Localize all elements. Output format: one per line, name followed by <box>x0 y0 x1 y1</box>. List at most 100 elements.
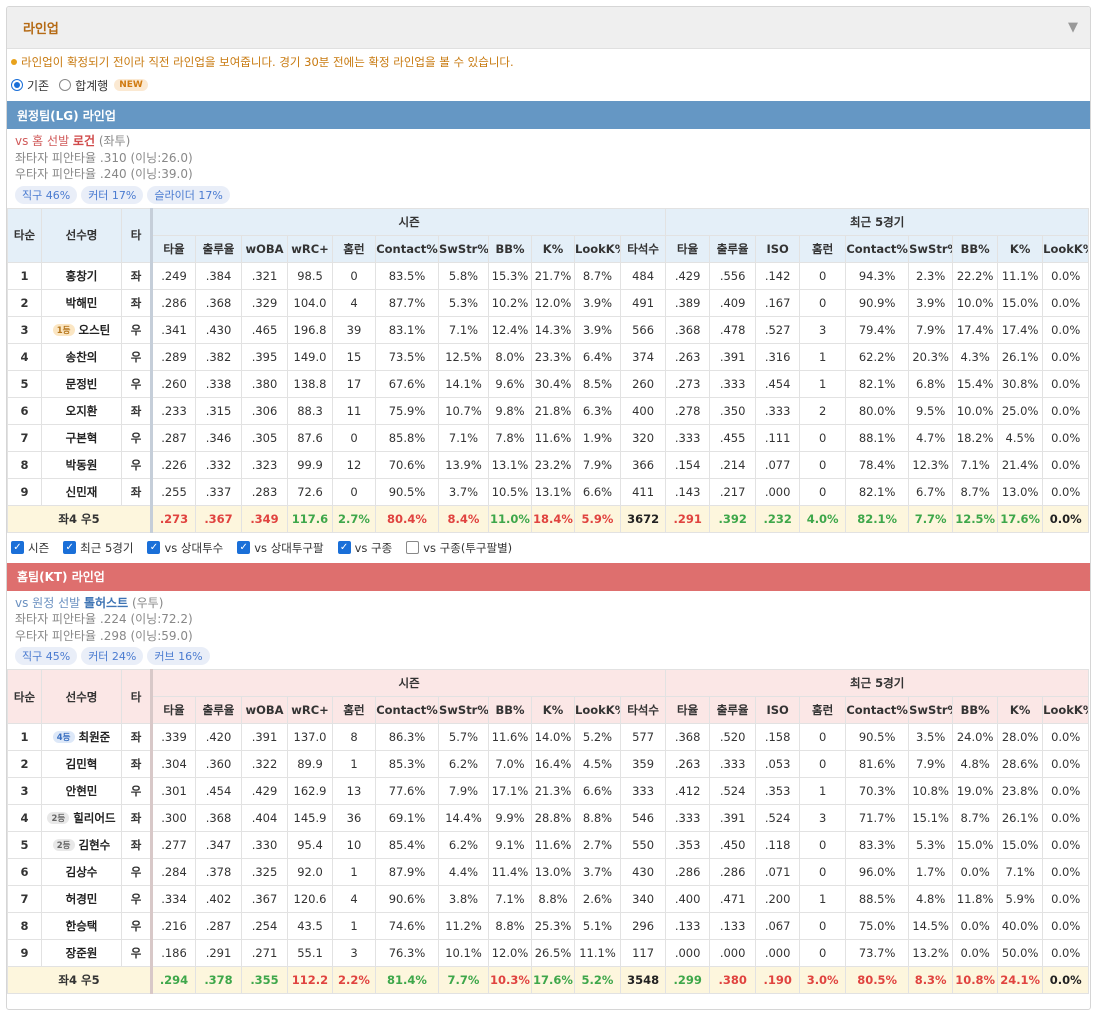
recent-stat-cell: 0 <box>799 912 847 940</box>
filter-checkbox[interactable]: ✓ 최근 5경기 <box>63 540 133 556</box>
checkbox-icon[interactable]: ✓ <box>11 541 24 554</box>
season-col-header[interactable]: 타율 <box>150 234 196 263</box>
player-name[interactable]: 한승택 <box>41 912 122 940</box>
season-col-header[interactable]: 홈런 <box>332 234 376 263</box>
table-row[interactable]: 1 4등 최원준 좌 .339.420.391 137.0 8 86.3% 5.7% 11.6% 1… <box>7 723 1090 751</box>
table-row[interactable]: 6 김상수 우 .284.378.325 92.0 1 87.9% 4.4% 11.4% 13.0… <box>7 858 1090 886</box>
season-col-header[interactable]: 홈런 <box>332 696 376 724</box>
recent-col-header[interactable]: 타율 <box>665 234 711 263</box>
recent-col-header[interactable]: 출루율 <box>709 696 757 724</box>
player-name[interactable]: 장준원 <box>41 939 122 967</box>
season-col-header[interactable]: LookK% <box>574 234 621 263</box>
recent-col-header[interactable]: SwStr% <box>908 696 954 724</box>
player-name[interactable]: 오지환 <box>41 396 122 425</box>
player-name[interactable]: 구본혁 <box>41 423 122 452</box>
home-sp-name[interactable]: 톨허스트 <box>84 596 128 610</box>
season-col-header[interactable]: 출루율 <box>195 234 242 263</box>
filter-checkbox[interactable]: ✓ vs 상대투수 <box>147 540 223 556</box>
recent-col-header[interactable]: ISO <box>755 234 801 263</box>
player-name[interactable]: 2등 김현수 <box>41 831 122 859</box>
table-row[interactable]: 4 송찬의 우 .289.382.395 149.0 15 73.5% 12.5% 8.0% 23… <box>7 342 1090 371</box>
recent-col-header[interactable]: K% <box>997 234 1044 263</box>
mode-default-radio[interactable]: 기존 <box>11 77 49 94</box>
player-name[interactable]: 박동원 <box>41 450 122 479</box>
player-name[interactable]: 송찬의 <box>41 342 122 371</box>
player-name[interactable]: 1등 오스틴 <box>41 315 122 344</box>
table-row[interactable]: 7 허경민 우 .334.402.367 120.6 4 90.6% 3.8% 7.1% 8.8%… <box>7 885 1090 913</box>
radio-icon[interactable] <box>11 79 23 91</box>
table-row[interactable]: 2 김민혁 좌 .304.360.322 89.9 1 85.3% 6.2% 7.0% 16.4%… <box>7 750 1090 778</box>
season-col-header[interactable]: SwStr% <box>438 696 489 724</box>
player-name[interactable]: 문정빈 <box>41 369 122 398</box>
mode-total-radio[interactable]: 합계행 NEW <box>59 77 148 94</box>
checkbox-icon[interactable]: ✓ <box>237 541 251 554</box>
recent-col-header[interactable]: 홈런 <box>799 696 847 724</box>
filter-checkbox[interactable]: vs 구종(투구팔별) <box>406 540 512 556</box>
season-col-header[interactable]: 출루율 <box>195 696 242 724</box>
recent-stat-cell: .350 <box>709 396 757 425</box>
filter-checkbox[interactable]: ✓ vs 상대투구팔 <box>237 540 324 556</box>
recent-col-header[interactable]: BB% <box>952 234 999 263</box>
player-name[interactable]: 김상수 <box>41 858 122 886</box>
recent-col-header[interactable]: ISO <box>755 696 801 724</box>
table-row[interactable]: 6 오지환 좌 .233.315.306 88.3 11 75.9% 10.7% 9.8% 21.… <box>7 396 1090 425</box>
table-row[interactable]: 9 장준원 우 .186.291.271 55.1 3 76.3% 10.1% 12.0% 26.… <box>7 939 1090 967</box>
player-name[interactable]: 홍창기 <box>41 261 122 290</box>
season-col-header[interactable]: wOBA <box>241 696 288 724</box>
table-row[interactable]: 8 박동원 우 .226.332.323 99.9 12 70.6% 13.9% 13.1% 23… <box>7 450 1090 479</box>
table-row[interactable]: 8 한승택 우 .216.287.254 43.5 1 74.6% 11.2% 8.8% 25.3… <box>7 912 1090 940</box>
table-row[interactable]: 1 홍창기 좌 .249.384.321 98.5 0 83.5% 5.8% 15.3% 21.7… <box>7 261 1090 290</box>
table-row[interactable]: 3 안현민 우 .301.454.429 162.9 13 77.6% 7.9% 17.1% 21… <box>7 777 1090 805</box>
table-row[interactable]: 9 신민재 좌 .255.337.283 72.6 0 90.5% 3.7% 10.5% 13.1… <box>7 477 1090 506</box>
filter-checkbox[interactable]: ✓ vs 구종 <box>337 540 392 556</box>
season-col-header[interactable]: LookK% <box>574 696 621 724</box>
season-col-header[interactable]: K% <box>531 234 575 263</box>
recent-col-header[interactable]: Contact% <box>845 696 910 724</box>
recent-col-header[interactable]: LookK% <box>1042 234 1090 263</box>
table-row[interactable]: 5 문정빈 우 .260.338.380 138.8 17 67.6% 14.1% 9.6% 30… <box>7 369 1090 398</box>
radio-icon[interactable] <box>59 79 72 91</box>
season-col-header[interactable]: Contact% <box>375 696 439 724</box>
recent-col-header[interactable]: K% <box>997 696 1044 724</box>
season-col-header[interactable]: SwStr% <box>438 234 489 263</box>
recent-stat-cell: 11.1% <box>997 261 1044 290</box>
panel-header[interactable]: 라인업 ▼ <box>7 7 1090 49</box>
table-row[interactable]: 5 2등 김현수 좌 .277.347.330 95.4 10 85.4% 6.2% 9.1% 11… <box>7 831 1090 859</box>
season-col-header[interactable]: BB% <box>488 696 532 724</box>
player-name[interactable]: 허경민 <box>41 885 122 913</box>
season-col-header[interactable]: 타석수 <box>619 696 667 724</box>
table-row[interactable]: 4 2등 힐리어드 좌 .300.368.404 145.9 36 69.1% 14.4% 9.9… <box>7 804 1090 832</box>
season-col-header[interactable]: wRC+ <box>287 234 333 263</box>
player-name[interactable]: 박해민 <box>41 288 122 317</box>
table-row[interactable]: 2 박해민 좌 .286.368.329 104.0 4 87.7% 5.3% 10.2% 12.… <box>7 288 1090 317</box>
player-name[interactable]: 안현민 <box>41 777 122 805</box>
season-col-header[interactable]: BB% <box>488 234 532 263</box>
player-name[interactable]: 김민혁 <box>41 750 122 778</box>
player-name[interactable]: 2등 힐리어드 <box>41 804 122 832</box>
checkbox-icon[interactable]: ✓ <box>147 541 161 554</box>
panel-title: 라인업 <box>23 22 59 37</box>
checkbox-icon[interactable] <box>406 541 420 554</box>
recent-col-header[interactable]: SwStr% <box>908 234 954 263</box>
season-col-header[interactable]: Contact% <box>375 234 439 263</box>
table-row[interactable]: 7 구본혁 우 .287.346.305 87.6 0 85.8% 7.1% 7.8% 11.6%… <box>7 423 1090 452</box>
recent-col-header[interactable]: 출루율 <box>709 234 757 263</box>
season-col-header[interactable]: wOBA <box>241 234 288 263</box>
table-row[interactable]: 3 1등 오스틴 우 .341.430.465 196.8 39 83.1% 7.1% 12.4%… <box>7 315 1090 344</box>
collapse-triangle-icon[interactable]: ▼ <box>1068 20 1078 35</box>
season-col-header[interactable]: wRC+ <box>287 696 333 724</box>
recent-col-header[interactable]: 타율 <box>665 696 711 724</box>
recent-col-header[interactable]: LookK% <box>1042 696 1090 724</box>
player-name[interactable]: 4등 최원준 <box>41 723 122 751</box>
season-col-header[interactable]: 타율 <box>150 696 196 724</box>
season-col-header[interactable]: K% <box>531 696 575 724</box>
recent-col-header[interactable]: Contact% <box>845 234 910 263</box>
recent-col-header[interactable]: 홈런 <box>799 234 847 263</box>
checkbox-icon[interactable]: ✓ <box>63 541 77 554</box>
player-name[interactable]: 신민재 <box>41 477 122 506</box>
recent-col-header[interactable]: BB% <box>952 696 999 724</box>
season-col-header[interactable]: 타석수 <box>619 234 667 263</box>
away-sp-name[interactable]: 로건 <box>73 134 95 148</box>
checkbox-icon[interactable]: ✓ <box>337 541 351 554</box>
filter-checkbox[interactable]: ✓ 시즌 <box>11 540 49 556</box>
